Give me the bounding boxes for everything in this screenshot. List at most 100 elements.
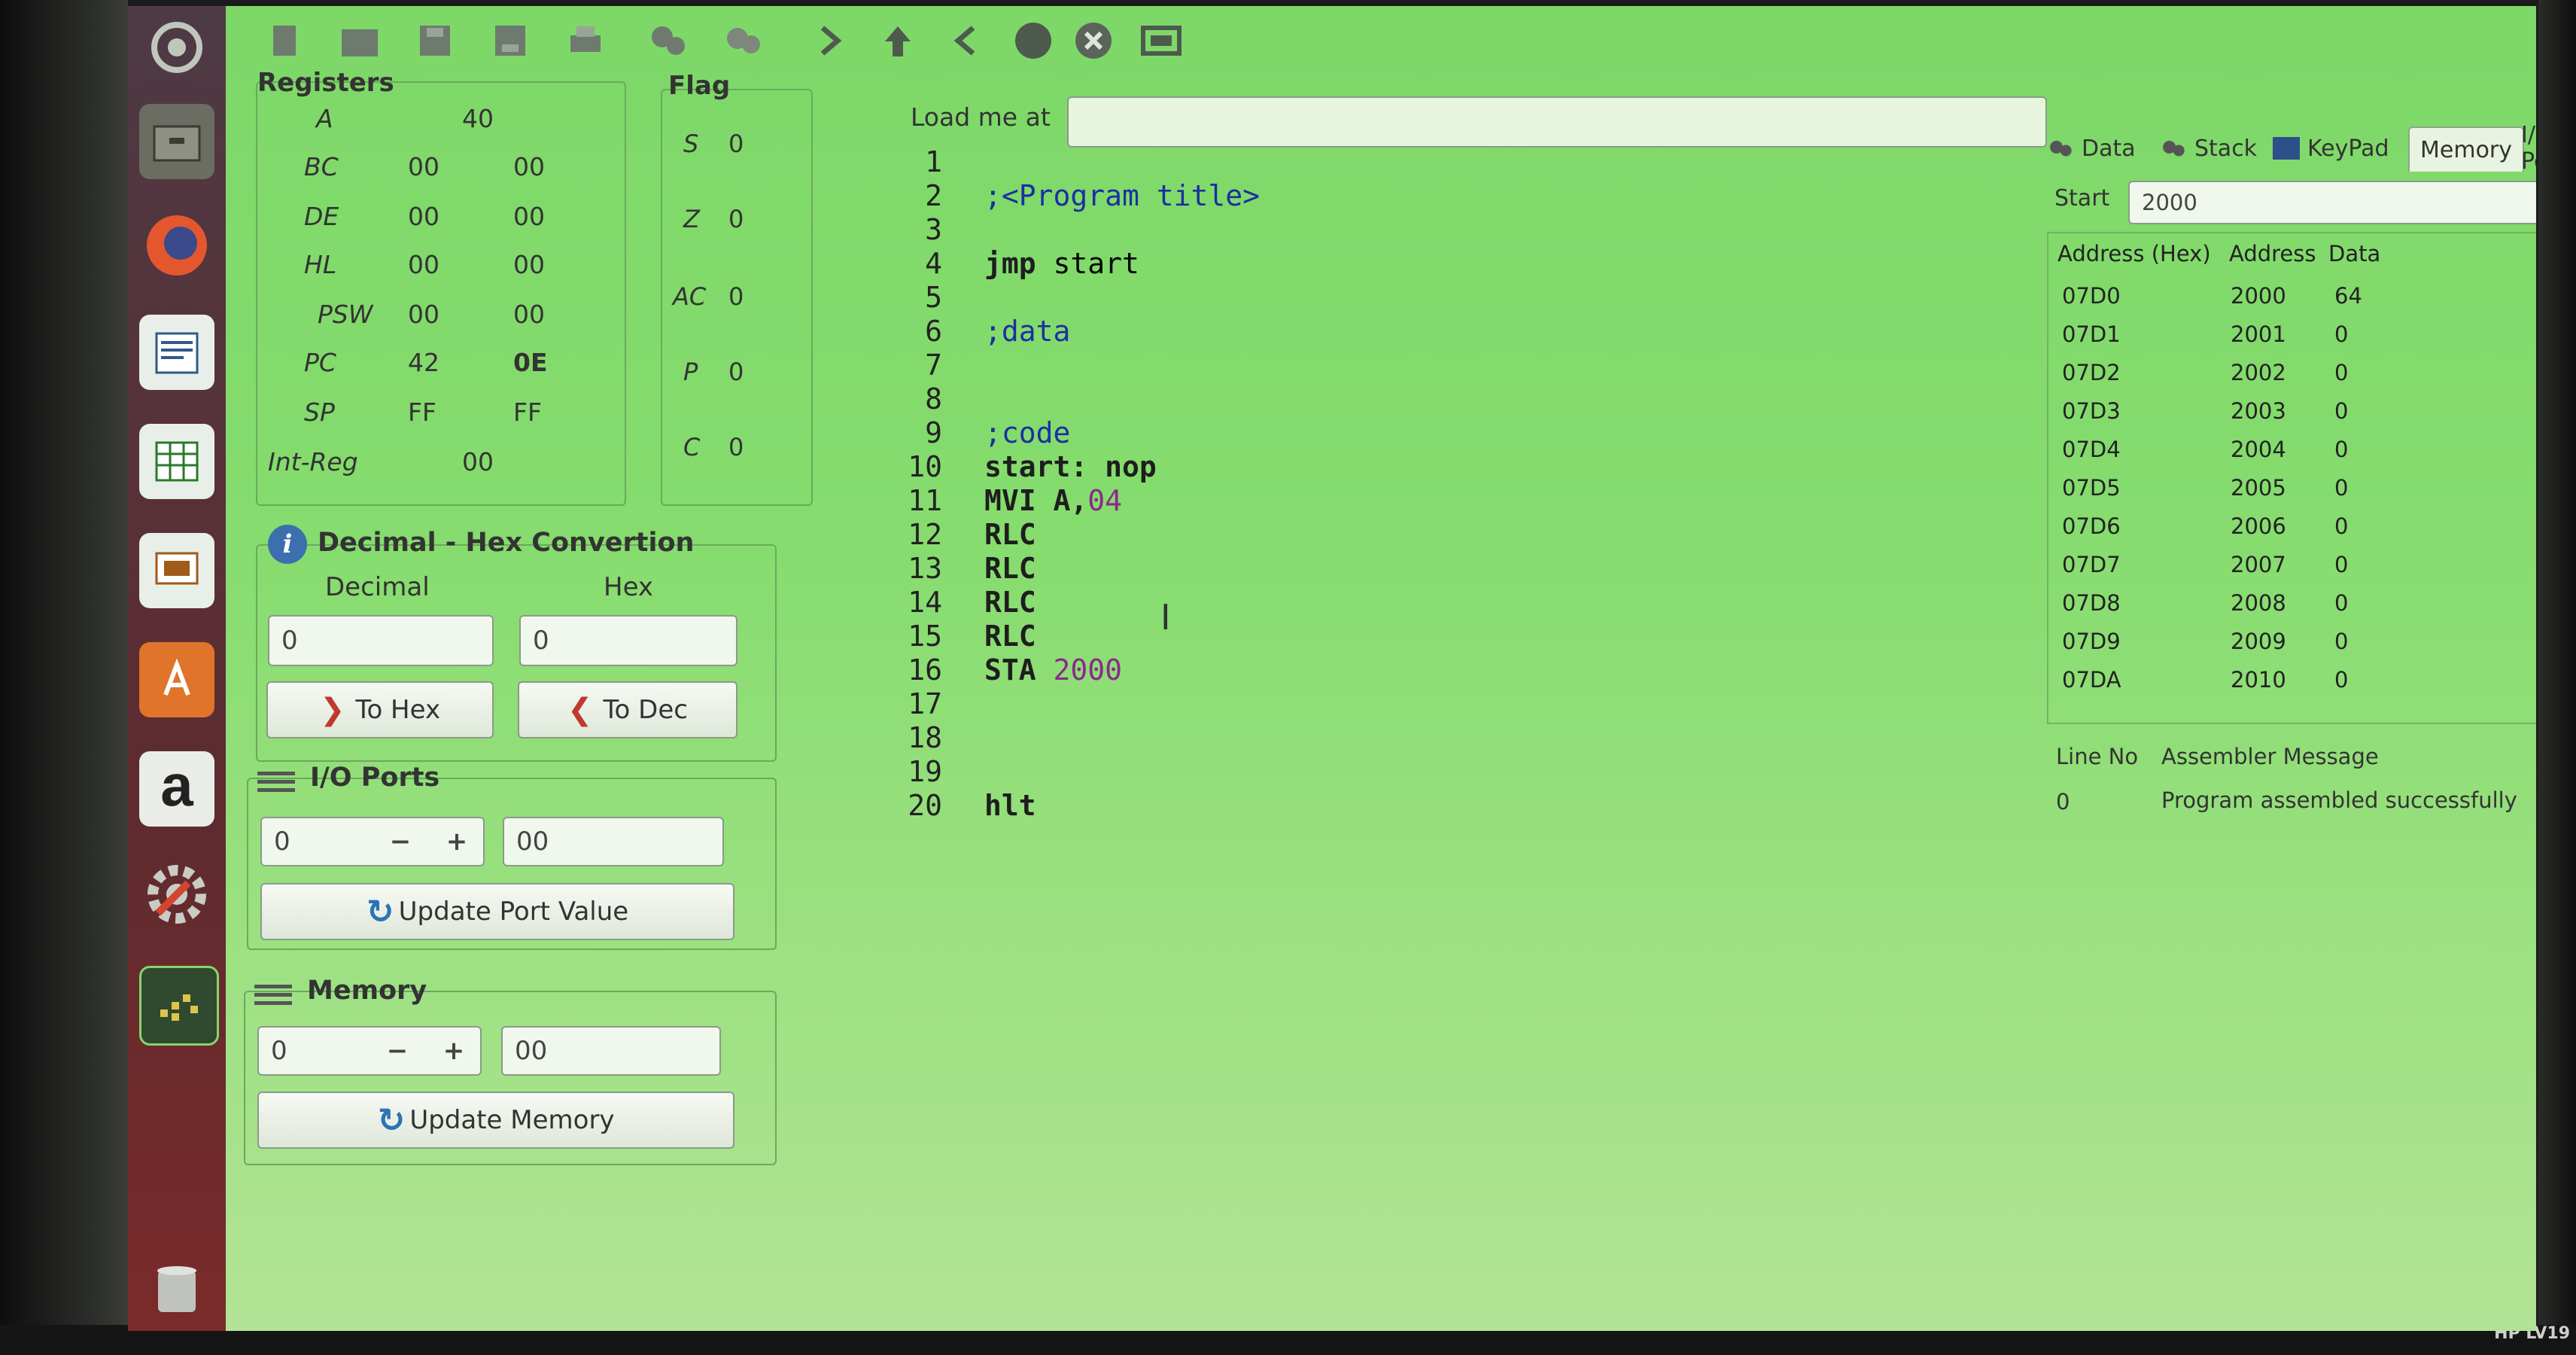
memory-cell: 2010 — [2231, 667, 2286, 693]
decimal-input[interactable]: 0 — [268, 615, 494, 666]
memory-cell: 2000 — [2231, 283, 2286, 309]
tab-stack[interactable]: Stack — [2160, 126, 2257, 170]
port-number-input[interactable]: 0 − + — [260, 817, 485, 866]
memory-address-input[interactable]: 0 − + — [257, 1026, 482, 1076]
to-dec-button[interactable]: ❮ To Dec — [518, 681, 738, 738]
firefox-icon[interactable] — [139, 208, 214, 283]
line-number: 2 — [925, 179, 942, 212]
code-token: RLC — [984, 552, 1036, 585]
line-number: 13 — [908, 552, 942, 585]
line-number: 9 — [925, 416, 942, 449]
line-number: 15 — [908, 620, 942, 653]
memory-cell: 2002 — [2231, 360, 2286, 385]
line-number: 14 — [908, 586, 942, 619]
memory-decrement-button[interactable]: − — [367, 1036, 427, 1066]
port-increment-button[interactable]: + — [430, 827, 483, 857]
save-icon[interactable] — [414, 20, 456, 62]
line-number: 7 — [925, 349, 942, 382]
register-name: PSW — [318, 300, 373, 329]
code-token: 2000 — [1053, 653, 1123, 687]
register-value-high: 00 — [408, 202, 439, 231]
register-name: HL — [304, 250, 337, 279]
memory-cell: 0 — [2334, 513, 2349, 539]
code-editor[interactable]: 1 2 3 4 5 6 7 8 9 10 11 12 13 14 15 16 17 18 19 20 ;<Progra… — [896, 145, 2054, 1320]
code-token: RLC — [984, 518, 1036, 551]
chevron-left-icon: ❮ — [567, 693, 593, 727]
memory-cell: 2006 — [2231, 513, 2286, 539]
tab-label: Stack — [2194, 135, 2258, 162]
new-file-icon[interactable] — [263, 20, 306, 62]
menu-icon — [254, 985, 292, 1010]
memory-increment-button[interactable]: + — [427, 1036, 480, 1066]
load-label: Load me at — [911, 102, 1051, 132]
fullscreen-icon[interactable] — [1140, 20, 1182, 62]
system-settings-icon[interactable] — [139, 857, 214, 932]
memory-cell: 2008 — [2231, 590, 2286, 616]
impress-icon[interactable] — [139, 533, 214, 608]
open-file-icon[interactable] — [339, 20, 381, 62]
tab-keypad[interactable]: KeyPad — [2273, 126, 2389, 170]
memory-cell: 0 — [2334, 475, 2349, 501]
step-forward-icon[interactable] — [809, 20, 851, 62]
line-number: 8 — [925, 382, 942, 416]
keypad-icon — [2273, 137, 2300, 160]
writer-icon[interactable] — [139, 315, 214, 390]
code-token: ;<Program title> — [984, 179, 1261, 212]
breakpoint-icon[interactable] — [1012, 20, 1054, 62]
hex-input[interactable]: 0 — [519, 615, 738, 666]
run-config-icon[interactable] — [722, 20, 765, 62]
step-back-icon[interactable] — [944, 20, 987, 62]
flag-name: AC — [673, 282, 707, 311]
update-memory-button[interactable]: ↻ Update Memory — [257, 1092, 734, 1149]
dash-icon[interactable] — [139, 10, 214, 85]
refresh-icon: ↻ — [366, 892, 394, 931]
print-icon[interactable] — [564, 20, 607, 62]
to-dec-label: To Dec — [603, 695, 688, 725]
step-up-icon[interactable] — [877, 20, 919, 62]
sim8085-icon[interactable] — [139, 966, 219, 1046]
flag-value: 0 — [728, 282, 744, 311]
code-line: RLC — [984, 552, 1036, 585]
to-hex-button[interactable]: ❯ To Hex — [266, 681, 494, 738]
memory-data-input[interactable]: 00 — [501, 1026, 721, 1076]
flags-group: Flag S 0 Z 0 AC 0 P 0 C 0 — [661, 71, 813, 506]
code-token: hlt — [984, 789, 1036, 822]
code-line: ;data — [984, 315, 1070, 348]
menu-icon — [257, 772, 295, 797]
memory-cell: 2001 — [2231, 321, 2286, 347]
files-icon[interactable] — [139, 104, 214, 179]
converter-title: Decimal - Hex Convertion — [318, 528, 695, 558]
flag-name: C — [683, 433, 701, 461]
code-line: ;<Program title> — [984, 179, 1260, 212]
code-line: RLC — [984, 586, 1036, 619]
save-as-icon[interactable] — [489, 20, 531, 62]
tab-i-o-ports[interactable]: I/O Ports — [2521, 122, 2536, 175]
load-address-input[interactable] — [1067, 96, 2047, 148]
port-data-input[interactable]: 00 — [503, 817, 724, 866]
register-value-high: 00 — [408, 300, 439, 329]
trash-icon[interactable] — [139, 1248, 214, 1323]
tab-data[interactable]: Data — [2047, 126, 2136, 170]
update-port-button[interactable]: ↻ Update Port Value — [260, 883, 734, 940]
port-decrement-button[interactable]: − — [370, 827, 430, 857]
register-value-high: 00 — [408, 152, 439, 181]
calc-icon[interactable] — [139, 424, 214, 499]
assemble-icon[interactable] — [647, 20, 689, 62]
toolbar — [226, 6, 2536, 74]
code-token: start: nop — [984, 450, 1157, 483]
memory-cell: 07D2 — [2062, 360, 2121, 385]
code-token: MVI A, — [984, 484, 1088, 517]
code-token: ;code — [984, 416, 1071, 449]
registers-group: Registers A 40 BC 00 00 DE 00 00 HL 00 00 PSW 00 00 PC… — [256, 68, 626, 506]
converter-group: i Decimal - Hex Convertion Decimal Hex 0… — [256, 525, 777, 762]
tab-label: KeyPad — [2307, 135, 2389, 162]
register-name: BC — [304, 152, 339, 181]
start-address-input[interactable]: 2000 — [2128, 181, 2536, 224]
code-line: hlt — [984, 789, 1036, 822]
software-center-icon[interactable] — [139, 642, 214, 717]
tab-memory[interactable]: Memory — [2408, 126, 2525, 172]
io-ports-title: I/O Ports — [310, 763, 440, 793]
stop-icon[interactable] — [1072, 20, 1115, 62]
amazon-icon[interactable]: a — [139, 751, 214, 827]
start-label: Start — [2054, 185, 2110, 212]
